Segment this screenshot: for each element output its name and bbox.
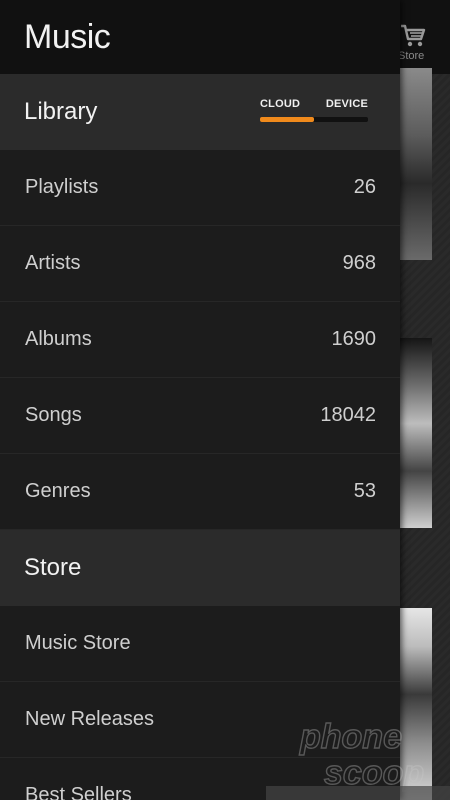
item-label: Albums (25, 328, 92, 350)
toggle-option-cloud[interactable]: CLOUD (260, 98, 300, 110)
drawer-item-playlists[interactable]: Playlists 26 (0, 150, 400, 226)
store-section-header: Store (0, 530, 400, 606)
item-count: 968 (342, 252, 376, 274)
toggle-selected-indicator (260, 117, 314, 122)
item-count: 26 (353, 176, 376, 198)
toggle-track (260, 117, 368, 122)
drawer-item-artists[interactable]: Artists 968 (0, 226, 400, 302)
drawer-item-new-releases[interactable]: New Releases (0, 682, 400, 758)
album-art-image[interactable] (400, 68, 432, 260)
library-section-header: Library CLOUD DEVICE (0, 74, 400, 150)
item-label: New Releases (25, 708, 154, 730)
app-title: Music (24, 17, 111, 56)
item-count: 18042 (320, 404, 376, 426)
album-art-image[interactable] (400, 338, 432, 528)
item-count: 1690 (331, 328, 377, 350)
item-label: Songs (25, 404, 82, 426)
drawer-item-genres[interactable]: Genres 53 (0, 454, 400, 530)
app-header: Music (0, 0, 400, 74)
drawer-item-music-store[interactable]: Music Store (0, 606, 400, 682)
item-label: Genres (25, 480, 91, 502)
toggle-option-device[interactable]: DEVICE (326, 98, 368, 110)
navigation-drawer: Music Library CLOUD DEVICE Playlists 26 … (0, 0, 400, 800)
album-art-image[interactable] (400, 608, 432, 800)
item-label: Music Store (25, 632, 131, 654)
drawer-item-songs[interactable]: Songs 18042 (0, 378, 400, 454)
item-label: Best Sellers (25, 784, 132, 800)
footer-strip (266, 786, 450, 800)
item-label: Artists (25, 252, 81, 274)
store-title: Store (24, 554, 82, 581)
item-label: Playlists (25, 176, 99, 198)
store-shortcut-label[interactable]: Store (398, 50, 424, 62)
cloud-device-toggle[interactable]: CLOUD DEVICE (260, 98, 368, 128)
drawer-item-albums[interactable]: Albums 1690 (0, 302, 400, 378)
cart-icon[interactable] (398, 20, 428, 50)
library-title: Library (24, 98, 98, 125)
item-count: 53 (353, 480, 376, 502)
